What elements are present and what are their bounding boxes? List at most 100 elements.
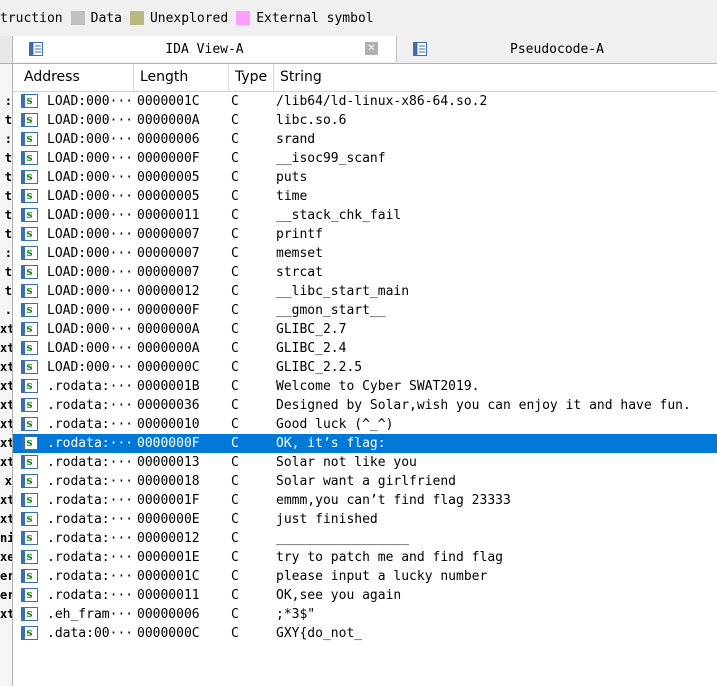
table-row[interactable]: s .rodata:··· 00000012 C _________________	[13, 529, 717, 548]
string-icon: s	[21, 303, 39, 318]
table-row[interactable]: s LOAD:000··· 00000005 Ctime	[13, 187, 717, 206]
cell-string: printf	[276, 227, 323, 242]
table-row[interactable]: s LOAD:000··· 00000007 Cmemset	[13, 244, 717, 263]
cell-address: .rodata:···	[47, 550, 134, 565]
table-row[interactable]: s .rodata:··· 0000001E Ctry to patch me and…	[13, 548, 717, 567]
table-row[interactable]: s LOAD:000··· 00000007 Cprintf	[13, 225, 717, 244]
string-icon-glyph: s	[21, 379, 38, 393]
gutter-cell: xt	[0, 322, 12, 336]
table-row[interactable]: s LOAD:000··· 00000011 C __stack_chk_fail	[13, 206, 717, 225]
legend-item-external-symbol: External symbol	[236, 11, 374, 26]
string-icon-glyph: s	[21, 94, 38, 108]
cell-address: LOAD:000···	[47, 322, 134, 337]
close-icon[interactable]: ✕	[365, 42, 378, 55]
column-header-length[interactable]: Length	[134, 64, 229, 91]
cell-type: C	[231, 436, 239, 451]
table-row[interactable]: s .rodata:··· 00000036 C Designed by Solar,w…	[13, 396, 717, 415]
table-row[interactable]: s LOAD:000··· 00000012 C __libc_start_main	[13, 282, 717, 301]
cell-string: time	[276, 189, 308, 204]
cell-type: C	[231, 284, 239, 299]
legend-label-instruction: truction	[0, 10, 63, 26]
cell-string: Good luck (^_^)	[276, 417, 394, 432]
table-row[interactable]: s .rodata:··· 0000000E Cjust finished	[13, 510, 717, 529]
string-icon: s	[21, 607, 39, 622]
cell-address: .rodata:···	[47, 379, 134, 394]
table-row[interactable]: s LOAD:000··· 0000000A Clibc.so.6	[13, 111, 717, 130]
string-icon-glyph: s	[21, 303, 38, 317]
gutter-cell: :	[4, 246, 12, 260]
cell-length: 0000000C	[137, 626, 200, 641]
string-icon: s	[21, 170, 39, 185]
cell-string: __gmon_start__	[276, 303, 386, 318]
table-row[interactable]: s .rodata:··· 0000001B C Welcome to Cyber SW…	[13, 377, 717, 396]
cell-type: C	[231, 607, 239, 622]
table-row[interactable]: s LOAD:000··· 0000000F C __isoc99_scanf	[13, 149, 717, 168]
string-icon: s	[21, 360, 39, 375]
table-row[interactable]: s .rodata:··· 00000010 C Good luck (^_^)	[13, 415, 717, 434]
cell-string: Designed by Solar,wish you can enjoy it …	[276, 398, 691, 413]
column-header-type[interactable]: Type	[229, 64, 274, 91]
cell-type: C	[231, 303, 239, 318]
cell-address: LOAD:000···	[47, 208, 134, 223]
string-icon-glyph: s	[21, 322, 38, 336]
cell-length: 00000005	[137, 189, 200, 204]
table-row[interactable]: s .rodata:··· 0000001C Cplease input a luck…	[13, 567, 717, 586]
table-row[interactable]: s .rodata:··· 0000000F C OK, it’s flag:	[13, 434, 717, 453]
cell-length: 00000012	[137, 284, 200, 299]
string-icon-glyph: s	[21, 284, 38, 298]
cell-type: C	[231, 512, 239, 527]
cell-type: C	[231, 132, 239, 147]
tab-stub[interactable]	[0, 36, 13, 63]
cell-string: puts	[276, 170, 308, 185]
gutter-cell: t	[4, 284, 12, 298]
table-row[interactable]: s LOAD:000··· 0000001C C/lib64/ld-linux-x86…	[13, 92, 717, 111]
table-row[interactable]: s LOAD:000··· 0000000F C __gmon_start__	[13, 301, 717, 320]
gutter-cell: xt	[0, 398, 12, 412]
table-row[interactable]: s .rodata:··· 00000011 C OK,see you again	[13, 586, 717, 605]
cell-address: .eh_fram···	[47, 607, 134, 622]
table-row[interactable]: s .rodata:··· 00000018 C Solar want a girlfr…	[13, 472, 717, 491]
column-header-string[interactable]: String	[274, 64, 717, 91]
string-icon: s	[21, 550, 39, 565]
string-icon-glyph: s	[21, 493, 38, 507]
cell-length: 00000010	[137, 417, 200, 432]
gutter-cell: t	[4, 151, 12, 165]
gutter-cell: t	[4, 189, 12, 203]
cell-type: C	[231, 227, 239, 242]
cell-address: LOAD:000···	[47, 284, 134, 299]
column-header-address[interactable]: Address	[13, 64, 134, 91]
tab-bar: IDA View-A ✕ Pseudocode-A	[0, 36, 717, 64]
cell-length: 00000006	[137, 607, 200, 622]
cell-length: 00000011	[137, 588, 200, 603]
table-row[interactable]: s LOAD:000··· 0000000A C GLIBC_2.4	[13, 339, 717, 358]
tab-ida-view-a[interactable]: IDA View-A ✕	[13, 36, 397, 62]
string-icon-glyph: s	[21, 265, 38, 279]
table-row[interactable]: s .eh_fram··· 00000006 C ;*3$"	[13, 605, 717, 624]
string-icon: s	[21, 151, 39, 166]
string-icon-glyph: s	[21, 170, 38, 184]
legend-label-data: Data	[90, 10, 122, 26]
table-row[interactable]: s .rodata:··· 0000001F Cemmm,you can’t find…	[13, 491, 717, 510]
external-symbol-color-swatch	[236, 11, 251, 25]
table-row[interactable]: s LOAD:000··· 00000006 Csrand	[13, 130, 717, 149]
cell-string: GXY{do_not_	[276, 626, 363, 641]
cell-type: C	[231, 94, 239, 109]
table-row[interactable]: s LOAD:000··· 00000005 Cputs	[13, 168, 717, 187]
string-icon-glyph: s	[21, 341, 38, 355]
table-row[interactable]: s LOAD:000··· 00000007 Cstrcat	[13, 263, 717, 282]
string-icon: s	[21, 626, 39, 641]
tab-pseudocode-a[interactable]: Pseudocode-A	[397, 36, 717, 62]
string-icon: s	[21, 189, 39, 204]
string-icon: s	[21, 588, 39, 603]
table-row[interactable]: s LOAD:000··· 0000000C C GLIBC_2.2.5	[13, 358, 717, 377]
table-row[interactable]: s .rodata:··· 00000013 C Solar not like you	[13, 453, 717, 472]
cell-string: GLIBC_2.4	[276, 341, 347, 356]
gutter-cell: xt	[0, 341, 12, 355]
table-row[interactable]: s .data:00··· 0000000C C GXY{do_not_	[13, 624, 717, 643]
table-row[interactable]: s LOAD:000··· 0000000A C GLIBC_2.7	[13, 320, 717, 339]
cell-length: 00000007	[137, 246, 200, 261]
cell-string: memset	[276, 246, 323, 261]
cell-string: please input a lucky number	[276, 569, 488, 584]
cell-string: Solar not like you	[276, 455, 417, 470]
gutter-cell: t	[4, 208, 12, 222]
